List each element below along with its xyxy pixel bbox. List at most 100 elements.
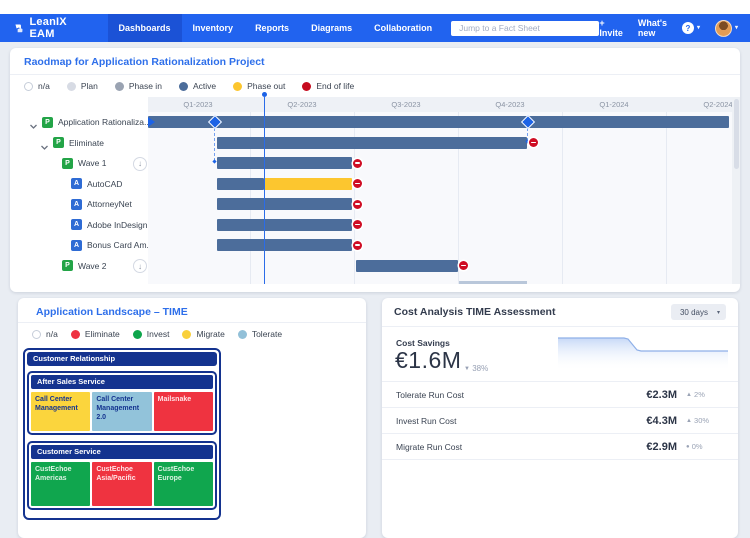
tree-item-label[interactable]: AutoCAD <box>87 179 122 189</box>
legend-item: Migrate <box>182 329 224 339</box>
quarter-label: Q4-2023 <box>458 97 562 112</box>
cost-analysis-panel: Cost Analysis TIME Assessment 30 days Co… <box>382 298 738 538</box>
legend-item: End of life <box>302 81 354 91</box>
legend-label: End of life <box>316 81 354 91</box>
help-menu[interactable] <box>682 22 700 34</box>
landscape-cell-row: CustEchoe AmericasCustEchoe Asia/Pacific… <box>31 462 213 506</box>
legend-dot <box>179 82 188 91</box>
roadmap-tree-item[interactable]: AAutoCAD <box>10 174 148 195</box>
scrollbar-thumb[interactable] <box>734 99 739 169</box>
legend-dot <box>24 82 33 91</box>
legend-label: Migrate <box>196 329 224 339</box>
gantt-bar-active[interactable] <box>356 260 458 272</box>
gantt-bar-active[interactable] <box>217 219 352 231</box>
tree-item-label[interactable]: Bonus Card Am... <box>87 240 148 250</box>
factsheet-type-badge: A <box>71 219 82 230</box>
legend-item: Eliminate <box>71 329 120 339</box>
nav-item-reports[interactable]: Reports <box>244 14 300 42</box>
roadmap-title[interactable]: Raodmap for Application Rationalization … <box>24 56 265 68</box>
chevron-down-icon[interactable] <box>29 118 38 127</box>
gantt-bar-active[interactable] <box>217 239 352 251</box>
landscape-cell[interactable]: Mailsnake <box>154 392 213 431</box>
kpi-delta: ▼ 38% <box>464 364 488 373</box>
drilldown-icon[interactable] <box>133 157 147 171</box>
chevron-down-icon[interactable] <box>40 139 49 148</box>
end-of-life-icon <box>353 200 362 209</box>
landscape-section-header[interactable]: After Sales Service <box>31 375 213 389</box>
divider <box>18 322 366 323</box>
tree-item-label[interactable]: Application Rationaliza... <box>58 117 148 127</box>
roadmap-tree-item[interactable]: A AttorneyNet <box>10 194 148 215</box>
user-menu[interactable] <box>715 20 738 37</box>
gantt-bar-active[interactable] <box>217 198 352 210</box>
roadmap-tree-item[interactable]: P Wave 2 <box>10 256 148 277</box>
nav-item-dashboards[interactable]: Dashboards <box>108 14 182 42</box>
divider <box>382 326 738 327</box>
cost-row-value: €2.9M <box>635 441 677 453</box>
landscape-cell-row: Call Center ManagementCall Center Manage… <box>31 392 213 431</box>
factsheet-type-badge: P <box>42 117 53 128</box>
roadmap-tree-item[interactable]: P Application Rationaliza... <box>10 112 148 133</box>
landscape-section-header[interactable]: Customer Service <box>31 445 213 459</box>
legend-dot <box>238 330 247 339</box>
gantt-bar-active[interactable] <box>217 157 352 169</box>
divider <box>10 74 740 75</box>
landscape-group-header[interactable]: Customer Relationship <box>27 352 217 366</box>
tree-item-label[interactable]: Wave 1 <box>78 158 107 168</box>
legend-item: n/a <box>24 81 50 91</box>
tree-item-label[interactable]: Eliminate <box>69 138 104 148</box>
landscape-cell[interactable]: CustEchoe Europe <box>154 462 213 506</box>
landscape-cell[interactable]: CustEchoe Asia/Pacific <box>92 462 151 506</box>
nav-right-cluster: + Invite What's new <box>599 18 738 38</box>
end-of-life-icon <box>353 241 362 250</box>
nav-item-diagrams[interactable]: Diagrams <box>300 14 363 42</box>
legend-item: n/a <box>32 329 58 339</box>
cost-row-delta: ▲ 2% <box>686 390 724 399</box>
legend-item: Phase in <box>115 81 162 91</box>
tree-item-label[interactable]: Adobe InDesign <box>87 220 148 230</box>
quarter-label: Q2-2024 <box>666 97 732 112</box>
gantt-bar-phaseout[interactable] <box>264 178 352 190</box>
tree-item-label[interactable]: Wave 2 <box>78 261 107 271</box>
top-navigation-bar: LeanIX EAM DashboardsInventoryReportsDia… <box>0 14 750 42</box>
factsheet-type-badge: A <box>71 199 82 210</box>
roadmap-tree-item[interactable]: A Adobe InDesign <box>10 215 148 236</box>
gantt-bar-active[interactable] <box>148 116 729 128</box>
roadmap-tree-item[interactable]: P Wave 1 <box>10 153 148 174</box>
cost-row-label: Invest Run Cost <box>396 416 635 426</box>
brand-name: LeanIX EAM <box>30 16 78 40</box>
cost-row-label: Tolerate Run Cost <box>396 390 635 400</box>
brand[interactable]: LeanIX EAM <box>14 16 78 40</box>
invite-button[interactable]: + Invite <box>599 18 623 38</box>
factsheet-type-badge: P <box>62 260 73 271</box>
fact-sheet-search-input[interactable] <box>451 21 599 36</box>
trend-down-icon: ▼ <box>464 366 470 372</box>
chevron-down-icon <box>735 25 738 31</box>
quarter-label: Q3-2023 <box>354 97 458 112</box>
legend-label: n/a <box>46 329 58 339</box>
application-landscape-panel: Application Landscape – TIME n/a Eliminat… <box>18 298 366 538</box>
quarter-label: Q2-2023 <box>250 97 354 112</box>
roadmap-tree-item[interactable]: PEliminate <box>10 133 148 154</box>
nav-item-collaboration[interactable]: Collaboration <box>363 14 443 42</box>
tree-item-label[interactable]: AttorneyNet <box>87 199 132 209</box>
cost-sparkline <box>558 335 728 371</box>
gridline <box>562 112 563 284</box>
phase-start-marker-icon <box>148 117 155 127</box>
roadmap-panel: Raodmap for Application Rationalization … <box>10 48 740 292</box>
landscape-cell[interactable]: Call Center Management <box>31 392 90 431</box>
factsheet-type-badge: P <box>62 158 73 169</box>
roadmap-tree-item[interactable]: ABonus Card Am... <box>10 235 148 256</box>
end-of-life-icon <box>353 220 362 229</box>
landscape-cell[interactable]: Call Center Management 2.0 <box>92 392 151 431</box>
kpi-value: €1.6M <box>395 347 461 374</box>
landscape-legend: n/aEliminateInvestMigrateTolerate <box>32 327 282 341</box>
trend-flat-icon: ● <box>686 444 690 450</box>
chevron-down-icon <box>697 25 700 31</box>
nav-item-inventory[interactable]: Inventory <box>182 14 245 42</box>
drilldown-icon[interactable] <box>133 259 147 273</box>
landscape-title[interactable]: Application Landscape – TIME <box>36 306 188 318</box>
landscape-cell[interactable]: CustEchoe Americas <box>31 462 90 506</box>
whats-new-link[interactable]: What's new <box>638 18 667 38</box>
gantt-bar-active[interactable] <box>217 178 264 190</box>
